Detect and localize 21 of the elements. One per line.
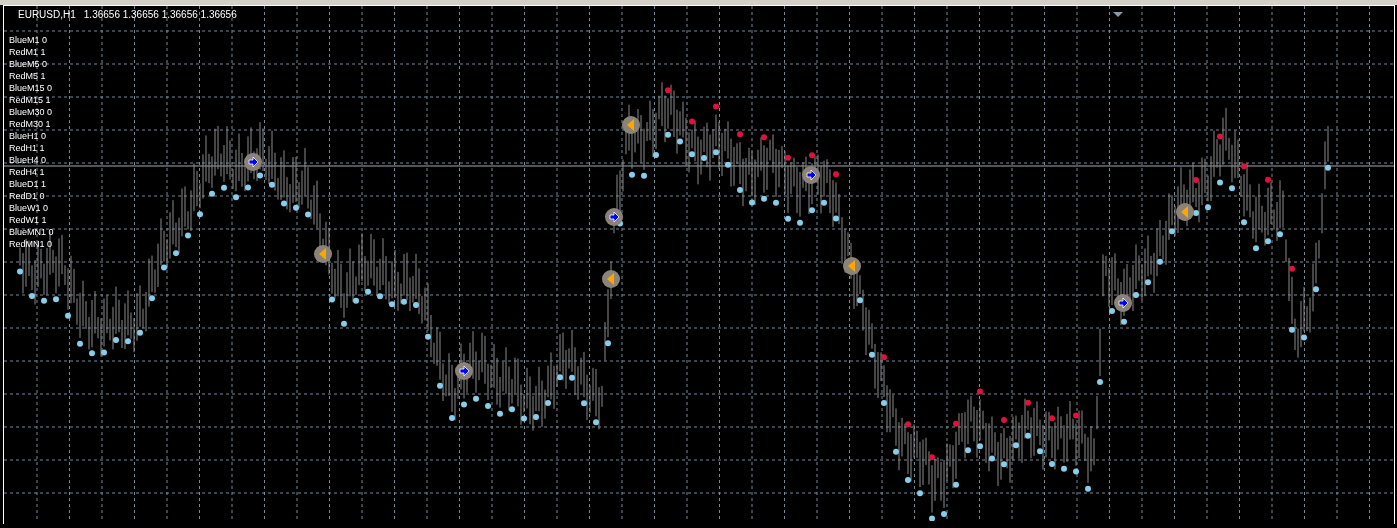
- indicator-label: BlueM5 0: [9, 58, 48, 70]
- symbol-label: EURUSD,H1: [18, 9, 76, 20]
- scroll-marker-icon: [1113, 12, 1123, 17]
- indicator-label: RedM1 1: [9, 46, 46, 58]
- indicator-label: RedH1 1: [9, 142, 45, 154]
- indicator-label: BlueH1 0: [9, 130, 47, 142]
- price-label: 1.36656 1.36656 1.36656 1.36656: [83, 9, 237, 20]
- indicator-label: RedM30 1: [9, 118, 51, 130]
- indicator-label: BlueD1 1: [9, 178, 47, 190]
- indicator-label: BlueMN1 0: [9, 226, 54, 238]
- indicator-label: BlueM15 0: [9, 82, 53, 94]
- indicator-label: RedM5 1: [9, 70, 46, 82]
- indicator-label: BlueM1 0: [9, 34, 48, 46]
- indicator-label: BlueH4 0: [9, 154, 47, 166]
- indicator-label: RedMN1 0: [9, 238, 53, 250]
- indicator-label: RedW1 1: [9, 214, 47, 226]
- indicator-label: RedH4 1: [9, 166, 45, 178]
- indicator-label: RedD1 0: [9, 190, 45, 202]
- indicator-label: BlueM30 0: [9, 106, 53, 118]
- indicator-label: RedM15 1: [9, 94, 51, 106]
- indicator-label: BlueW1 0: [9, 202, 49, 214]
